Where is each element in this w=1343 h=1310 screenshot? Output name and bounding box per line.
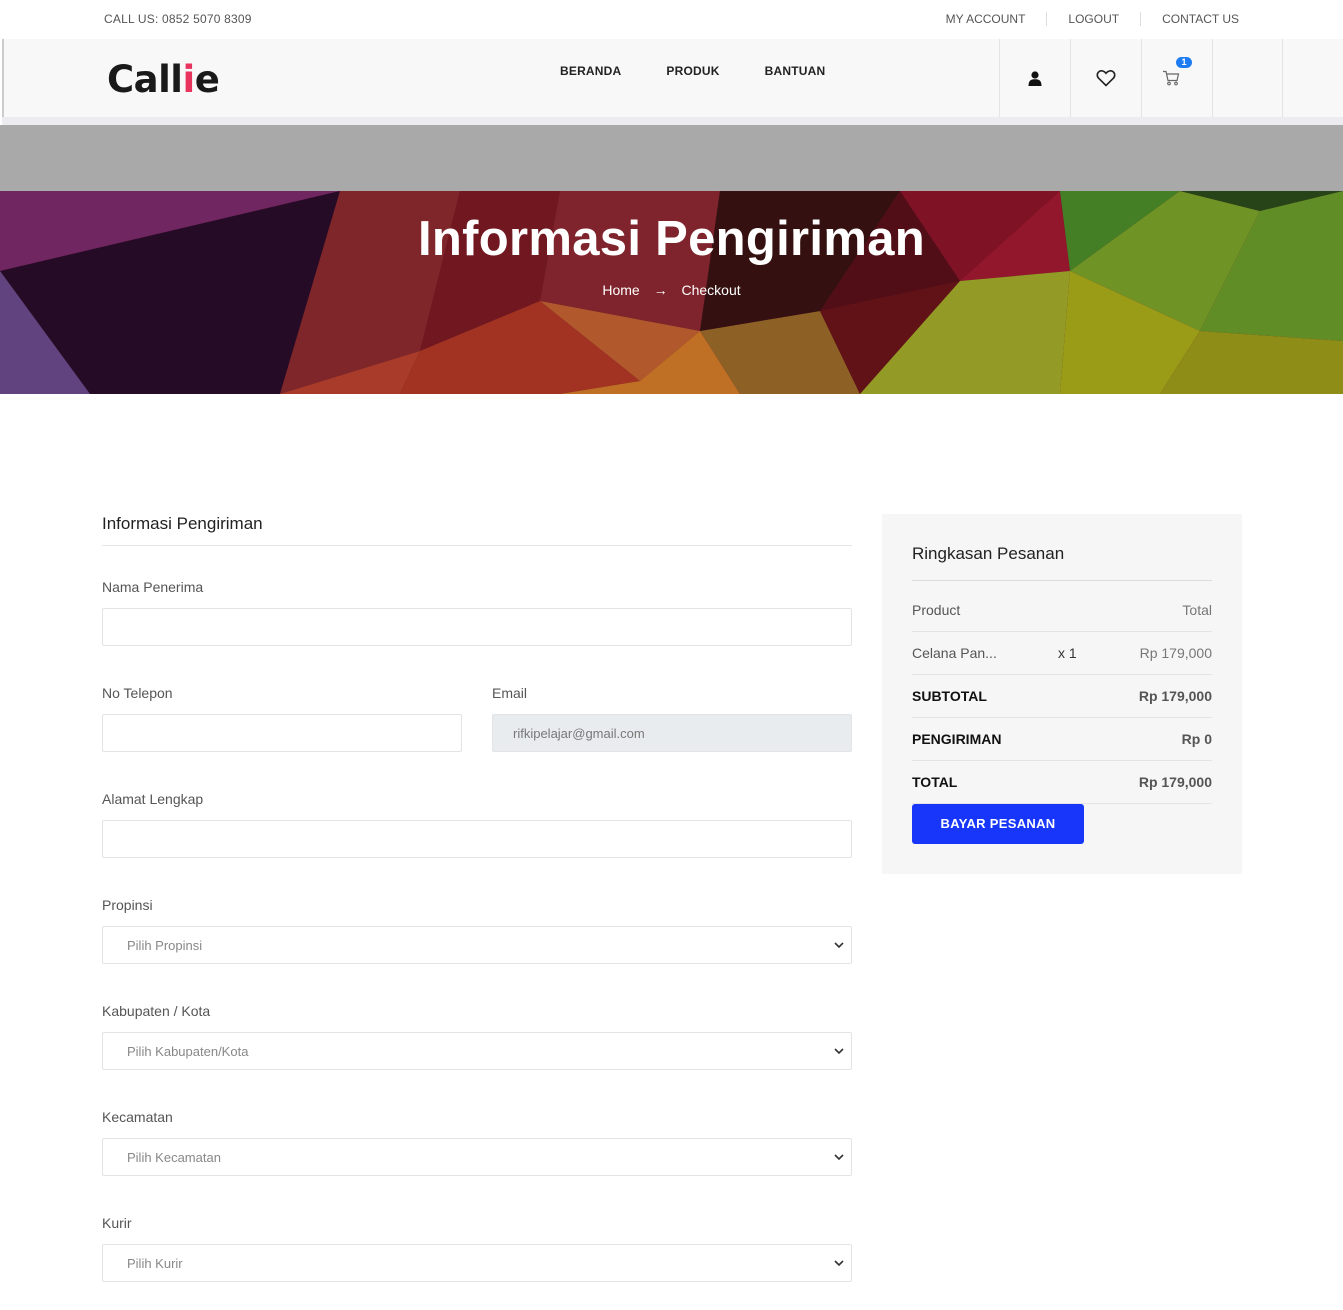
main-header: Callie BERANDA PRODUK BANTUAN 1 bbox=[2, 39, 1343, 117]
grey-band bbox=[0, 125, 1343, 191]
kurir-label: Kurir bbox=[102, 1215, 132, 1231]
propinsi-selected: Pilih Propinsi bbox=[127, 938, 203, 953]
kurir-selected: Pilih Kurir bbox=[127, 1256, 183, 1271]
summary-item-row: Celana Pan... x 1 Rp 179,000 bbox=[912, 632, 1212, 675]
main-nav: BERANDA PRODUK BANTUAN bbox=[560, 64, 870, 78]
pay-order-button[interactable]: BAYAR PESANAN bbox=[912, 804, 1084, 844]
item-name: Celana Pan... bbox=[912, 645, 997, 661]
order-summary: Ringkasan Pesanan Product Total Celana P… bbox=[882, 514, 1242, 874]
nav-item-produk[interactable]: PRODUK bbox=[666, 64, 719, 78]
header-empty-slot bbox=[1212, 39, 1283, 117]
nama-label: Nama Penerima bbox=[102, 579, 204, 595]
cart-count-badge: 1 bbox=[1176, 57, 1192, 68]
chevron-down-icon bbox=[834, 1260, 844, 1267]
cart-icon bbox=[1163, 70, 1180, 86]
telepon-label: No Telepon bbox=[102, 685, 173, 701]
propinsi-select[interactable]: Pilih Propinsi bbox=[102, 926, 852, 964]
telepon-input[interactable] bbox=[102, 714, 462, 752]
kabupaten-label: Kabupaten / Kota bbox=[102, 1003, 211, 1019]
summary-divider bbox=[912, 580, 1212, 581]
kecamatan-selected: Pilih Kecamatan bbox=[127, 1150, 221, 1165]
form-divider bbox=[102, 545, 852, 546]
total-label: TOTAL bbox=[912, 774, 958, 790]
user-icon bbox=[1028, 70, 1042, 86]
my-account-link[interactable]: MY ACCOUNT bbox=[946, 12, 1047, 26]
kabupaten-selected: Pilih Kabupaten/Kota bbox=[127, 1044, 249, 1059]
alamat-input[interactable] bbox=[102, 820, 852, 858]
arrow-right-icon: → bbox=[653, 282, 668, 298]
hero-banner: Informasi Pengiriman Home → Checkout bbox=[0, 191, 1343, 394]
cart-button[interactable]: 1 bbox=[1141, 39, 1212, 117]
chevron-down-icon bbox=[834, 1048, 844, 1055]
total-value: Rp 179,000 bbox=[1138, 774, 1212, 790]
shipping-value: Rp 0 bbox=[1181, 731, 1212, 747]
col-total: Total bbox=[1182, 602, 1212, 618]
chevron-down-icon bbox=[834, 942, 844, 949]
email-label: Email bbox=[492, 685, 528, 701]
chevron-down-icon bbox=[834, 1154, 844, 1161]
form-title: Informasi Pengiriman bbox=[102, 514, 263, 533]
header-shadow bbox=[2, 117, 1343, 125]
kecamatan-select[interactable]: Pilih Kecamatan bbox=[102, 1138, 852, 1176]
summary-title: Ringkasan Pesanan bbox=[912, 544, 1065, 563]
subtotal-label: SUBTOTAL bbox=[912, 688, 987, 704]
breadcrumb-current: Checkout bbox=[681, 282, 741, 298]
logout-link[interactable]: LOGOUT bbox=[1046, 12, 1140, 26]
subtotal-row: SUBTOTAL Rp 179,000 bbox=[912, 675, 1212, 718]
item-qty: x 1 bbox=[1058, 645, 1077, 661]
nav-item-bantuan[interactable]: BANTUAN bbox=[765, 64, 826, 78]
site-logo[interactable]: Callie bbox=[107, 58, 220, 101]
email-input: rifkipelajar@gmail.com bbox=[492, 714, 852, 752]
heart-icon bbox=[1096, 70, 1116, 87]
shipping-row: PENGIRIMAN Rp 0 bbox=[912, 718, 1212, 761]
kabupaten-select[interactable]: Pilih Kabupaten/Kota bbox=[102, 1032, 852, 1070]
account-button[interactable] bbox=[999, 39, 1070, 117]
kurir-select[interactable]: Pilih Kurir bbox=[102, 1244, 852, 1282]
shipping-label: PENGIRIMAN bbox=[912, 731, 1002, 747]
breadcrumb-home[interactable]: Home bbox=[602, 282, 639, 298]
contact-us-link[interactable]: CONTACT US bbox=[1140, 12, 1239, 26]
header-icons: 1 bbox=[999, 39, 1283, 117]
total-row: TOTAL Rp 179,000 bbox=[912, 761, 1212, 804]
nav-item-beranda[interactable]: BERANDA bbox=[560, 64, 621, 78]
kecamatan-label: Kecamatan bbox=[102, 1109, 173, 1125]
wishlist-button[interactable] bbox=[1070, 39, 1141, 117]
top-bar: CALL US: 0852 5070 8309 MY ACCOUNT LOGOU… bbox=[0, 0, 1343, 39]
alamat-label: Alamat Lengkap bbox=[102, 791, 204, 807]
top-links: MY ACCOUNT LOGOUT CONTACT US bbox=[946, 12, 1239, 26]
col-product: Product bbox=[912, 602, 961, 618]
breadcrumb: Home → Checkout bbox=[0, 282, 1343, 298]
nama-input[interactable] bbox=[102, 608, 852, 646]
page-title: Informasi Pengiriman bbox=[417, 212, 925, 266]
summary-header-row: Product Total bbox=[912, 589, 1212, 632]
call-us-text: CALL US: 0852 5070 8309 bbox=[104, 12, 252, 26]
subtotal-value: Rp 179,000 bbox=[1138, 688, 1212, 704]
item-price: Rp 179,000 bbox=[1139, 645, 1212, 661]
propinsi-label: Propinsi bbox=[102, 897, 153, 913]
